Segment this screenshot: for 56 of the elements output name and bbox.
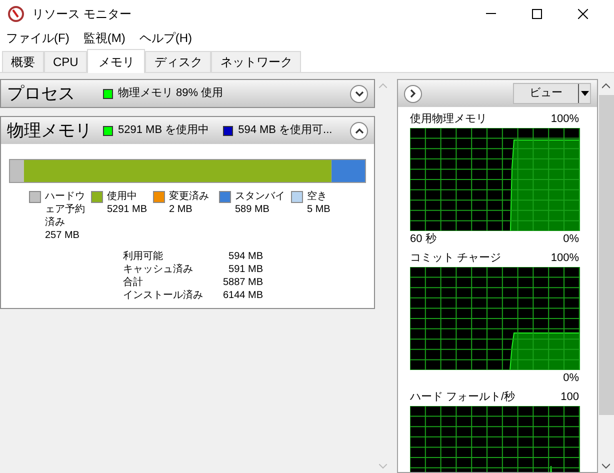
stat-label: 利用可能 <box>123 250 164 263</box>
section-title: プロセス <box>7 82 76 105</box>
indicator-text: 594 MB を使用可... <box>238 123 332 138</box>
tab[interactable]: ネットワーク <box>211 51 302 72</box>
legend-value: 5 MB <box>307 203 330 216</box>
legend-label: 使用中 <box>107 190 138 203</box>
stat-label: 合計 <box>123 276 144 289</box>
collapse-button[interactable] <box>350 122 368 140</box>
chevron-up-icon <box>354 128 364 134</box>
tab[interactable]: ディスク <box>145 51 212 72</box>
graph-title: 使用物理メモリ <box>410 112 487 126</box>
legend-value: 5291 MB <box>107 203 148 216</box>
section-title: 物理メモリ <box>7 120 93 142</box>
axis-max-label: 100% <box>550 251 579 265</box>
graph-title: ハード フォールト/秒 <box>410 390 516 404</box>
minimize-icon <box>486 13 496 14</box>
section-header[interactable]: 物理メモリ 5291 MB を使用中 594 MB を使用可... <box>1 117 374 144</box>
axis-max-label: 100 <box>560 390 579 404</box>
legend-label: 変更済み <box>169 190 209 203</box>
expand-button[interactable] <box>404 84 422 102</box>
graph-title: コミット チャージ <box>410 251 502 265</box>
axis-max-label: 100% <box>550 112 579 126</box>
legend-value: 2 MB <box>169 203 194 216</box>
view-dropdown[interactable]: ビュー <box>513 83 591 104</box>
chevron-down-icon <box>354 90 364 96</box>
legend-label: ハードウェア予約済み <box>45 190 86 229</box>
legend-value: 257 MB <box>45 229 80 242</box>
time-label: 60 秒 <box>410 232 436 246</box>
indicator-text: 5291 MB を使用中 <box>118 123 210 138</box>
stat-label: キャッシュ済み <box>123 263 194 276</box>
stat-label: インストール済み <box>123 289 204 302</box>
tab[interactable]: CPU <box>44 51 88 72</box>
menu-item[interactable]: 監視(M) <box>83 29 126 47</box>
legend-label: スタンバイ <box>235 190 285 203</box>
menu-item[interactable]: ファイル(F) <box>6 29 70 47</box>
stat-value: 6144 MB <box>222 289 263 302</box>
menu-item[interactable]: ヘルプ(H) <box>139 29 192 47</box>
close-icon <box>578 8 588 18</box>
stat-value: 594 MB <box>228 250 263 263</box>
legend-label: 空き <box>307 190 328 203</box>
section-header[interactable]: プロセス 物理メモリ 89% 使用 <box>1 80 374 107</box>
axis-min-label: 0% <box>563 232 579 246</box>
tab[interactable]: メモリ <box>87 49 146 73</box>
expand-button[interactable] <box>350 84 368 102</box>
scrollbar-thumb[interactable] <box>598 95 614 415</box>
window-title: リソース モニター <box>32 6 132 22</box>
axis-min-label: 0% <box>563 371 579 385</box>
indicator-text: 物理メモリ 89% 使用 <box>118 86 224 102</box>
stat-value: 5887 MB <box>222 276 263 289</box>
chevron-right-icon <box>410 89 416 98</box>
legend-value: 589 MB <box>235 203 270 216</box>
gauge-icon <box>8 6 24 22</box>
maximize-icon <box>532 8 542 18</box>
tab[interactable]: 概要 <box>2 51 44 72</box>
stat-value: 591 MB <box>228 263 263 276</box>
caret-icon <box>580 91 588 96</box>
